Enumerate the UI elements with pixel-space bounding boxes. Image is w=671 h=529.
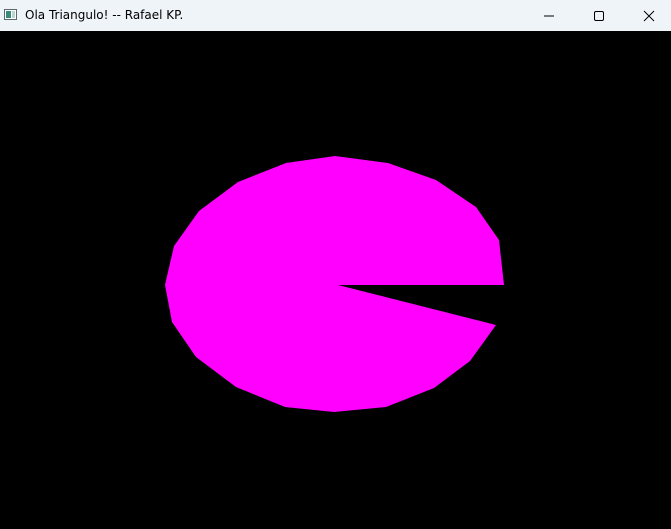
window-title: Ola Triangulo! -- Rafael KP.: [25, 8, 184, 22]
close-icon: [643, 10, 655, 21]
title-bar[interactable]: Ola Triangulo! -- Rafael KP.: [0, 0, 671, 31]
maximize-icon: [594, 10, 604, 21]
magenta-pacman-shape: [165, 156, 504, 412]
app-window-icon[interactable]: [4, 9, 17, 20]
render-canvas[interactable]: [0, 31, 671, 529]
close-button[interactable]: [626, 0, 671, 31]
app-window: Ola Triangulo! -- Rafael KP.: [0, 0, 671, 529]
minimize-icon: [544, 15, 554, 16]
minimize-button[interactable]: [526, 0, 572, 31]
maximize-button[interactable]: [576, 0, 622, 31]
canvas-drawing: [165, 156, 504, 412]
